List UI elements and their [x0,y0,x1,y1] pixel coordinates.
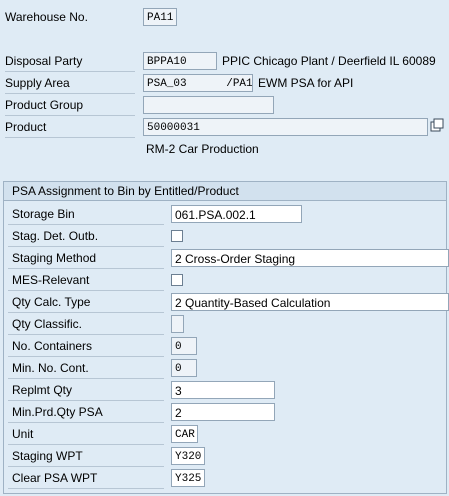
min-no-cont-field[interactable]: 0 [171,359,197,377]
qty-calc-type-dropdown[interactable]: 2 Quantity-Based Calculation [171,293,449,311]
product-group-label: Product Group [5,95,135,116]
product-description: RM-2 Car Production [146,142,259,156]
mes-relevant-label: MES-Relevant [12,273,90,287]
no-containers-label: No. Containers [12,339,93,353]
warehouse-number-label: Warehouse No. [5,10,88,24]
disposal-party-description: PPIC Chicago Plant / Deerfield IL 60089 [222,54,436,68]
divider [8,422,164,423]
stag-det-outb-checkbox[interactable] [171,230,183,242]
min-prd-qty-psa-field[interactable]: 2 [171,403,275,421]
supply-area-label: Supply Area [5,73,135,94]
value-help-icon[interactable] [430,118,444,134]
divider [8,488,164,489]
product-label: Product [5,117,135,138]
qty-classific-field[interactable] [171,315,184,333]
value-help-icon-graphic [430,118,444,132]
staging-method-dropdown[interactable]: 2 Cross-Order Staging [171,249,449,267]
divider [8,334,164,335]
min-prd-qty-psa-label: Min.Prd.Qty PSA [12,405,103,419]
divider [8,400,164,401]
disposal-party-field[interactable]: BPPA10 [143,52,217,70]
mes-relevant-checkbox[interactable] [171,274,183,286]
qty-classific-label: Qty Classific. [12,317,83,331]
no-containers-field[interactable]: 0 [171,337,197,355]
replmt-qty-label: Replmt Qty [12,383,73,397]
supply-area-field[interactable]: PSA_03 /PA10 [143,74,253,92]
warehouse-number-field[interactable]: PA11 [143,8,177,26]
divider [8,312,164,313]
min-no-cont-label: Min. No. Cont. [12,361,89,375]
divider [8,290,164,291]
clear-psa-wpt-label: Clear PSA WPT [12,471,98,485]
psa-assignment-screen: { "header": { "warehouse_label": "Wareho… [0,0,449,496]
disposal-party-label: Disposal Party [5,51,135,72]
product-field[interactable]: 50000031 [143,118,428,136]
divider [8,466,164,467]
supply-area-description: EWM PSA for API [258,76,354,90]
divider [8,268,164,269]
staging-wpt-label: Staging WPT [12,449,83,463]
qty-calc-type-label: Qty Calc. Type [12,295,91,309]
staging-wpt-field[interactable]: Y320 [171,447,205,465]
group-title: PSA Assignment to Bin by Entitled/Produc… [4,182,446,201]
clear-psa-wpt-field[interactable]: Y325 [171,469,205,487]
divider [8,246,164,247]
divider [8,444,164,445]
divider [8,356,164,357]
staging-method-label: Staging Method [12,251,97,265]
divider [8,224,164,225]
unit-field[interactable]: CAR [171,425,198,443]
divider [8,378,164,379]
stag-det-outb-label: Stag. Det. Outb. [12,229,99,243]
replmt-qty-field[interactable]: 3 [171,381,275,399]
storage-bin-label: Storage Bin [12,207,75,221]
unit-label: Unit [12,427,34,441]
storage-bin-field[interactable]: 061.PSA.002.1 [171,205,302,223]
product-group-field[interactable] [143,96,274,114]
